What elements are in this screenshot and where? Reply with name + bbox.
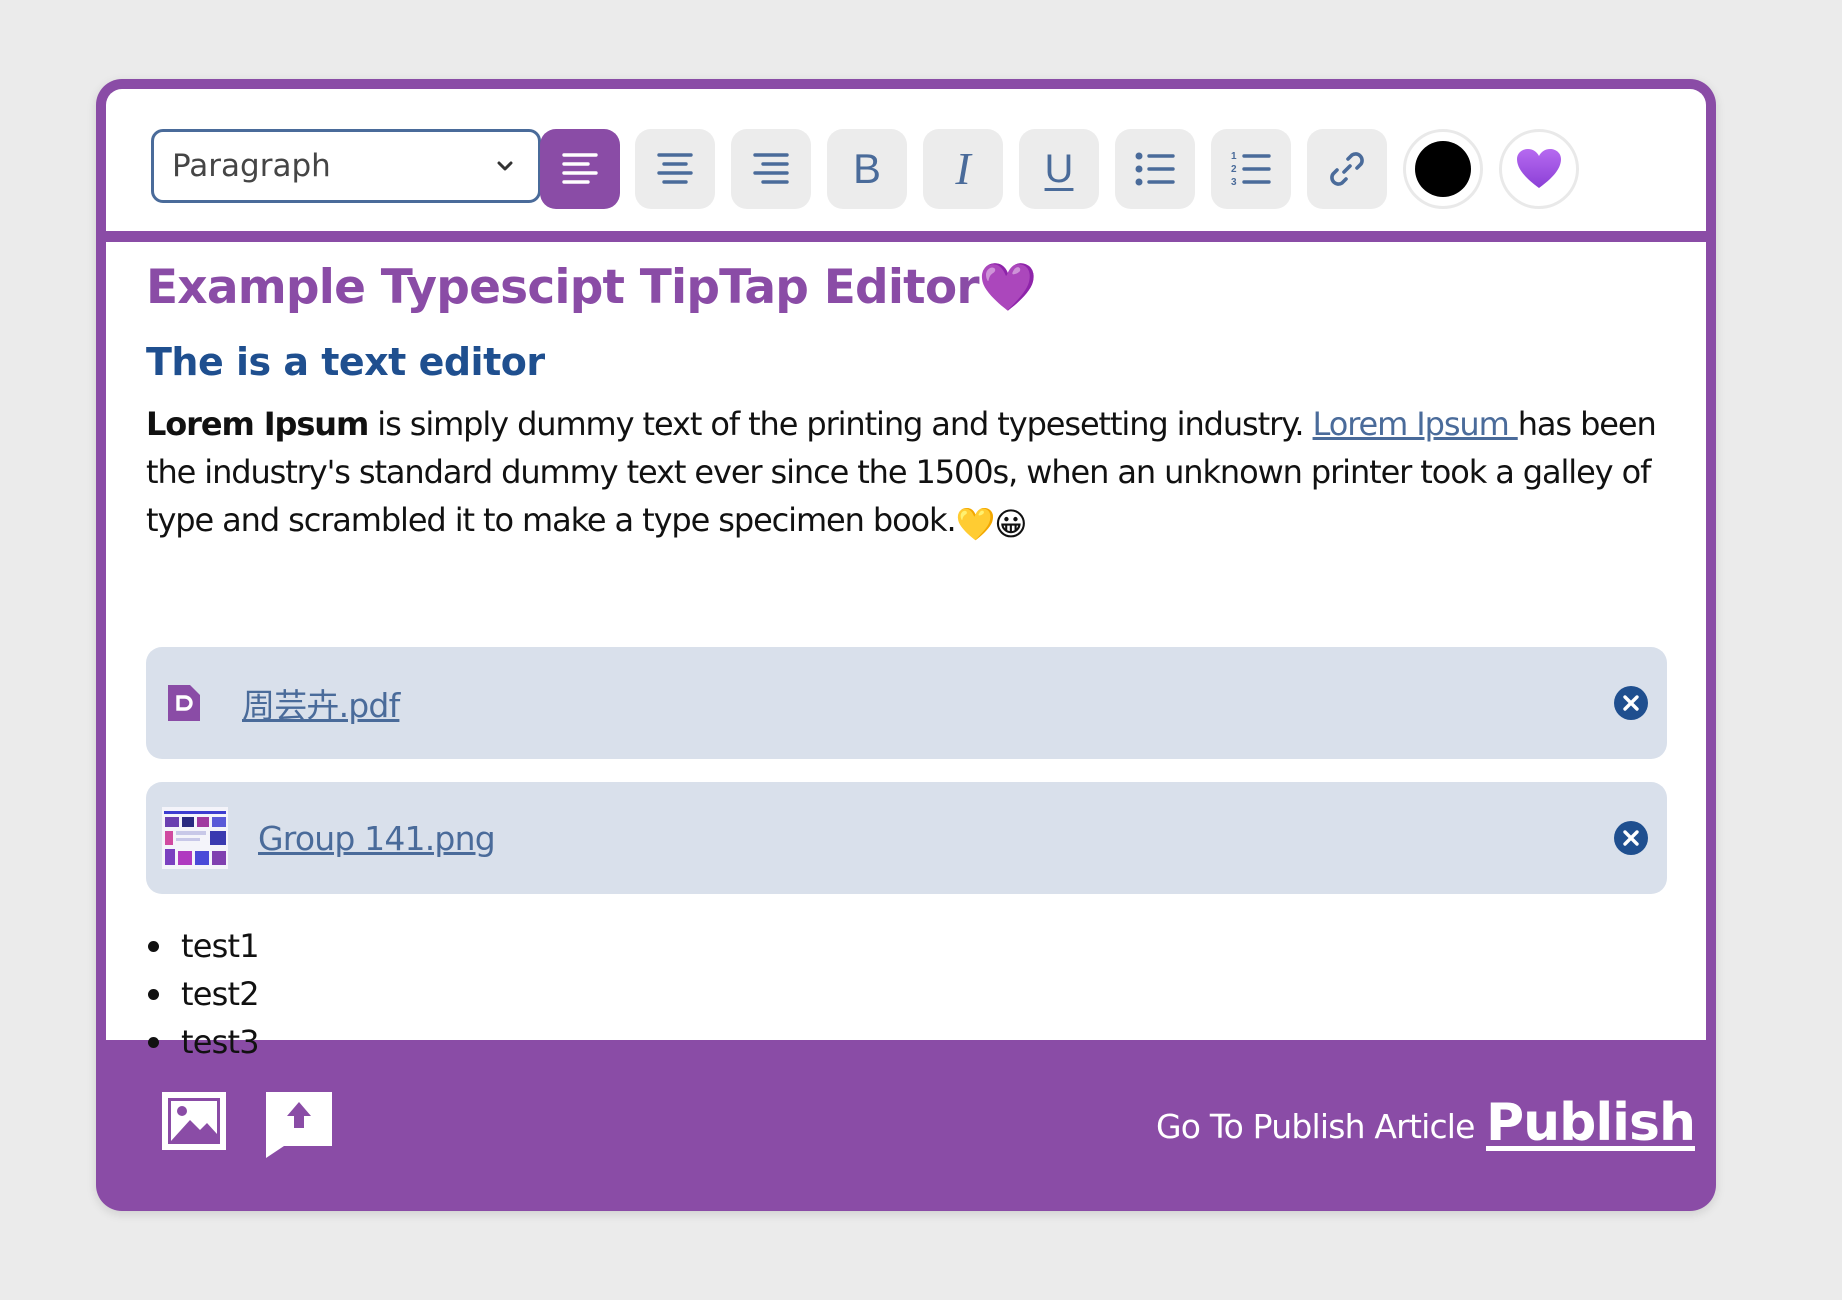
purple-heart-icon — [1517, 149, 1561, 188]
attachment-link[interactable]: Group 141.png — [258, 819, 496, 858]
go-to-publish-label: Go To Publish Article — [1156, 1107, 1475, 1146]
close-icon[interactable] — [1613, 685, 1649, 721]
emoji-pair: 💛😀 — [955, 505, 1028, 543]
attachment-image: Group 141.png — [146, 782, 1667, 894]
editor-content[interactable]: Example Typescipt TipTap Editor💜 The is … — [106, 242, 1706, 1061]
list-item: test1 — [146, 922, 260, 970]
svg-text:1: 1 — [1231, 151, 1237, 162]
text-color-button[interactable] — [1403, 129, 1483, 209]
toolbar: Paragraph B I U 1 2 3 — [106, 89, 1706, 231]
link-button[interactable] — [1307, 129, 1387, 209]
close-icon[interactable] — [1613, 820, 1649, 856]
link-icon — [1330, 152, 1364, 186]
block-type-value: Paragraph — [172, 148, 331, 184]
publish-button[interactable]: Publish — [1486, 1093, 1696, 1153]
bold-text: Lorem Ipsum — [146, 405, 369, 443]
image-thumbnail-icon — [162, 807, 228, 869]
bullet-list: test1 test2 test3 — [146, 922, 260, 1066]
ordered-list-button[interactable]: 1 2 3 — [1211, 129, 1291, 209]
bullet-list-icon — [1135, 152, 1175, 186]
svg-text:3: 3 — [1231, 177, 1237, 188]
document-title: Example Typescipt TipTap Editor💜 — [146, 260, 1038, 315]
italic-button[interactable]: I — [923, 129, 1003, 209]
block-type-select[interactable]: Paragraph — [151, 129, 541, 203]
list-item: test2 — [146, 970, 260, 1018]
bullet-dot — [148, 940, 159, 952]
highlight-button[interactable] — [1499, 129, 1579, 209]
document-icon — [168, 685, 200, 721]
align-center-icon — [657, 153, 693, 184]
svg-text:2: 2 — [1231, 164, 1237, 175]
attachment-pdf: 周芸卉.pdf — [146, 647, 1667, 759]
align-center-button[interactable] — [635, 129, 715, 209]
italic-icon: I — [955, 143, 971, 194]
body-paragraph: Lorem Ipsum is simply dummy text of the … — [146, 400, 1676, 548]
list-item: test3 — [146, 1018, 260, 1066]
underline-button[interactable]: U — [1019, 129, 1099, 209]
editor-container: Paragraph B I U 1 2 3 Example Typescipt … — [96, 79, 1716, 1211]
lorem-link[interactable]: Lorem Ipsum — [1313, 405, 1518, 443]
align-right-button[interactable] — [731, 129, 811, 209]
align-left-button[interactable] — [540, 129, 620, 209]
document-subtitle: The is a text editor — [146, 340, 545, 384]
ordered-list-icon: 1 2 3 — [1231, 151, 1271, 188]
chevron-down-icon — [490, 151, 520, 181]
bullet-dot — [148, 988, 159, 1000]
underline-icon: U — [1044, 147, 1074, 191]
bold-icon: B — [852, 145, 881, 192]
bullet-dot — [148, 1036, 159, 1048]
attachment-link[interactable]: 周芸卉.pdf — [242, 679, 400, 727]
insert-image-icon[interactable] — [160, 1090, 228, 1152]
align-right-icon — [753, 153, 789, 184]
purple-heart-emoji: 💜 — [978, 260, 1038, 315]
bold-button[interactable]: B — [827, 129, 907, 209]
align-left-icon — [562, 153, 598, 184]
color-swatch-icon — [1415, 141, 1471, 197]
bullet-list-button[interactable] — [1115, 129, 1195, 209]
upload-file-icon[interactable] — [264, 1090, 334, 1158]
